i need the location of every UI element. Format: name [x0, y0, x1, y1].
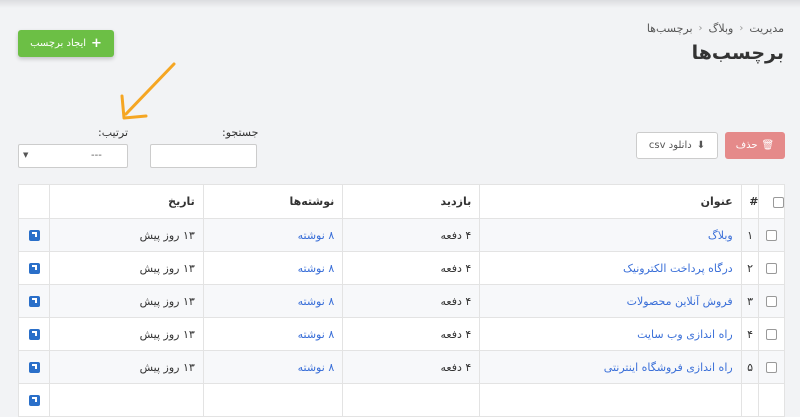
breadcrumb-separator: ‹ — [739, 23, 744, 34]
download-csv-button[interactable]: ⬇ دانلود csv — [636, 132, 718, 159]
breadcrumb-item-tags: برچسب‌ها — [646, 22, 693, 35]
row-title-link[interactable]: وبلاگ — [708, 229, 733, 242]
search-label: جستجو: — [222, 126, 259, 139]
download-icon: ⬇ — [696, 140, 706, 151]
row-visits: ۴ دفعه — [342, 350, 481, 384]
row-posts-link[interactable]: ۸ نوشته — [298, 361, 335, 374]
table-row: ۴ راه اندازی وب سایت ۴ دفعه ۸ نوشته ۱۳ ر… — [17, 317, 785, 351]
edit-icon[interactable] — [28, 263, 40, 274]
row-posts-link[interactable]: ۸ نوشته — [298, 295, 335, 308]
table-row: ۲ درگاه پرداخت الکترونیک ۴ دفعه ۸ نوشته … — [17, 251, 785, 285]
row-checkbox[interactable] — [766, 263, 778, 274]
delete-label: حذف — [735, 140, 758, 151]
header-actions — [17, 184, 51, 219]
delete-button[interactable]: 🗑 حذف — [725, 132, 785, 159]
row-visits: ۴ دفعه — [342, 251, 481, 285]
row-posts-link[interactable]: ۸ نوشته — [298, 229, 335, 242]
header-date[interactable]: تاریخ — [49, 184, 204, 219]
row-checkbox[interactable] — [766, 329, 778, 340]
row-date: ۱۳ روز پیش — [49, 218, 204, 252]
header-title[interactable]: عنوان — [479, 184, 742, 219]
row-title-link[interactable]: راه اندازی وب سایت — [637, 328, 733, 341]
row-visits: ۴ دفعه — [342, 317, 481, 351]
header-posts[interactable]: نوشته‌ها — [202, 184, 344, 219]
header-select-all — [758, 184, 785, 219]
sort-select[interactable]: --- ▼ — [18, 144, 128, 168]
row-checkbox[interactable] — [766, 230, 778, 241]
edit-icon[interactable] — [28, 395, 40, 406]
row-date: ۱۳ روز پیش — [49, 317, 204, 351]
search-input[interactable] — [150, 144, 257, 168]
row-checkbox[interactable] — [766, 296, 778, 307]
row-number: ۳ — [740, 284, 760, 318]
breadcrumb-item-blog[interactable]: وبلاگ — [709, 22, 734, 35]
row-number: ۲ — [740, 251, 760, 285]
caret-down-icon: ▼ — [23, 151, 29, 159]
row-visits: ۴ دفعه — [342, 284, 481, 318]
tags-table: # عنوان بازدید نوشته‌ها تاریخ ۱ وبلاگ ۴ … — [17, 184, 785, 417]
table-header-row: # عنوان بازدید نوشته‌ها تاریخ — [17, 184, 785, 219]
row-visits: ۴ دفعه — [342, 218, 481, 252]
table-row — [17, 383, 785, 417]
sort-label: ترتیب: — [98, 126, 129, 139]
header-number: # — [740, 184, 760, 219]
page-title: برچسب‌ها — [691, 42, 784, 64]
top-shadow — [0, 0, 800, 8]
edit-icon[interactable] — [28, 296, 40, 307]
row-checkbox[interactable] — [766, 362, 778, 373]
row-posts-link[interactable]: ۸ نوشته — [298, 262, 335, 275]
row-date: ۱۳ روز پیش — [49, 350, 204, 384]
edit-icon[interactable] — [28, 230, 40, 241]
header-visits[interactable]: بازدید — [342, 184, 481, 219]
add-tag-button[interactable]: + ایجاد برچسب — [18, 30, 114, 57]
row-title-link[interactable]: درگاه پرداخت الکترونیک — [623, 262, 733, 275]
row-title-link[interactable]: راه اندازی فروشگاه اینترنتی — [604, 361, 733, 374]
row-posts-link[interactable]: ۸ نوشته — [298, 328, 335, 341]
table-row: ۱ وبلاگ ۴ دفعه ۸ نوشته ۱۳ روز پیش — [17, 218, 785, 252]
add-tag-label: ایجاد برچسب — [30, 38, 87, 49]
breadcrumb-separator: ‹ — [698, 23, 703, 34]
breadcrumb: مدیریت ‹ وبلاگ ‹ برچسب‌ها — [647, 22, 784, 35]
row-date: ۱۳ روز پیش — [49, 251, 204, 285]
row-date: ۱۳ روز پیش — [49, 284, 204, 318]
table-row: ۳ فروش آنلاین محصولات ۴ دفعه ۸ نوشته ۱۳ … — [17, 284, 785, 318]
edit-icon[interactable] — [28, 329, 40, 340]
row-title-link[interactable]: فروش آنلاین محصولات — [627, 295, 733, 308]
trash-icon: 🗑 — [761, 140, 775, 151]
arrow-annotation — [120, 62, 176, 120]
download-csv-label: دانلود csv — [648, 140, 692, 151]
table-row: ۵ راه اندازی فروشگاه اینترنتی ۴ دفعه ۸ ن… — [17, 350, 785, 384]
row-number: ۴ — [740, 317, 760, 351]
edit-icon[interactable] — [28, 362, 40, 373]
breadcrumb-item-admin[interactable]: مدیریت — [749, 22, 784, 35]
select-all-checkbox[interactable] — [773, 196, 784, 208]
row-number: ۵ — [740, 350, 760, 384]
row-number: ۱ — [740, 218, 760, 252]
sort-select-value: --- — [91, 150, 102, 161]
plus-icon: + — [91, 36, 102, 51]
